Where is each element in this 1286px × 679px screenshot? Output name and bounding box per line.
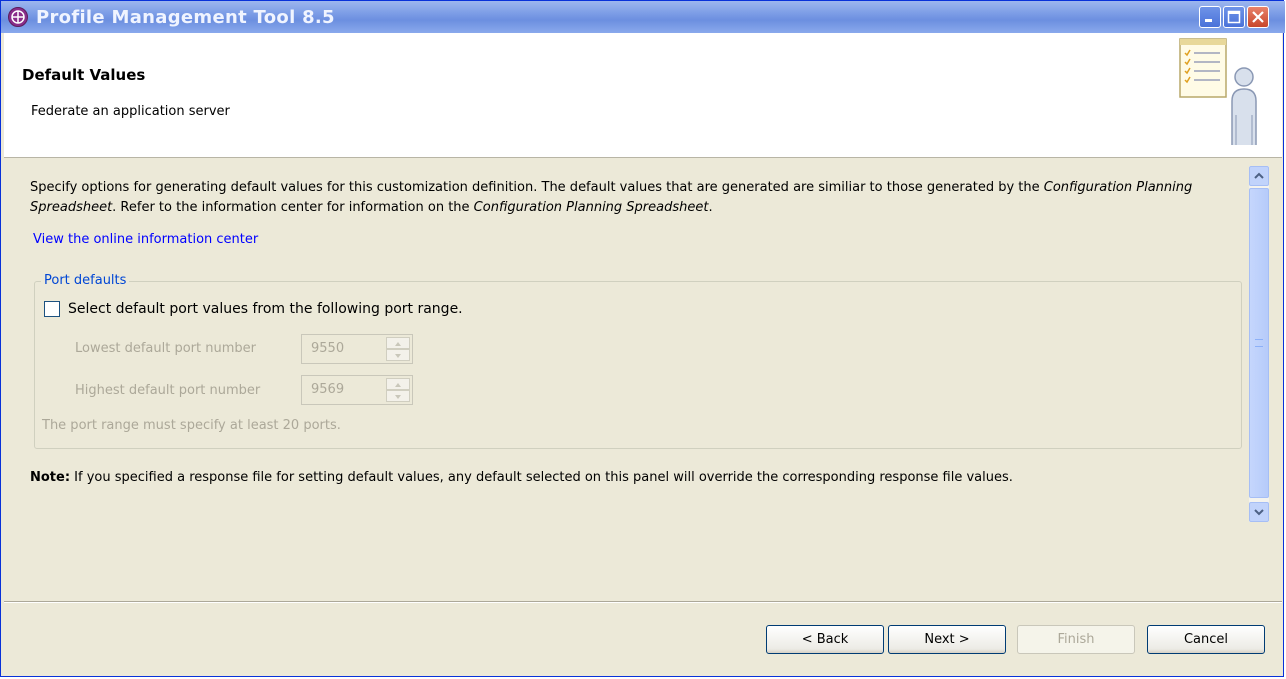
lowest-port-decrement[interactable] [386,349,410,361]
port-defaults-label: Port defaults [41,273,130,288]
footer-separator [4,601,1282,603]
arrow-down-icon [395,395,401,399]
arrow-up-icon [395,342,401,346]
minimize-icon [1205,19,1212,22]
highest-port-increment[interactable] [386,378,410,390]
port-range-checkbox-label[interactable]: Select default port values from the foll… [68,301,463,317]
back-button[interactable]: < Back [766,625,884,654]
lowest-port-increment[interactable] [386,337,410,349]
scroll-up-button[interactable] [1249,166,1269,186]
app-globe-icon [8,7,28,27]
window-title: Profile Management Tool 8.5 [36,7,335,28]
lowest-port-label: Lowest default port number [75,341,256,356]
lowest-port-value[interactable]: 9550 [311,341,344,356]
highest-port-value[interactable]: 9569 [311,382,344,397]
close-button[interactable] [1247,6,1269,28]
highest-port-decrement[interactable] [386,390,410,402]
wizard-banner: Default Values Federate an application s… [4,33,1282,158]
close-icon [1252,11,1264,23]
highest-port-label: Highest default port number [75,383,261,398]
page-subtitle: Federate an application server [31,104,230,119]
arrow-down-icon [395,354,401,358]
scroll-down-button[interactable] [1249,502,1269,522]
profile-management-window: Profile Management Tool 8.5 Default Valu… [0,0,1285,677]
finish-button[interactable]: Finish [1017,625,1135,654]
scroll-grip-icon [1255,339,1263,347]
arrow-up-icon [395,383,401,387]
highest-port-spinner[interactable]: 9569 [301,375,413,405]
maximize-button[interactable] [1223,6,1245,28]
chevron-down-icon [1254,509,1264,516]
info-center-link[interactable]: View the online information center [33,232,258,247]
title-bar[interactable]: Profile Management Tool 8.5 [1,1,1285,33]
vertical-scrollbar[interactable] [1249,166,1269,522]
page-title: Default Values [22,66,146,84]
note-text: Note: If you specified a response file f… [30,470,1013,485]
content-area: Specify options for generating default v… [4,158,1282,601]
lowest-port-spinner[interactable]: 9550 [301,334,413,364]
port-range-checkbox[interactable] [44,301,60,317]
minimize-button[interactable] [1199,6,1221,28]
chevron-up-icon [1254,172,1264,179]
scroll-thumb[interactable] [1249,188,1269,498]
cancel-button[interactable]: Cancel [1147,625,1265,654]
maximize-icon [1227,10,1241,24]
next-button[interactable]: Next > [888,625,1006,654]
port-range-hint: The port range must specify at least 20 … [42,418,341,433]
description-text: Specify options for generating default v… [30,180,1193,215]
checklist-person-icon [1179,38,1257,145]
